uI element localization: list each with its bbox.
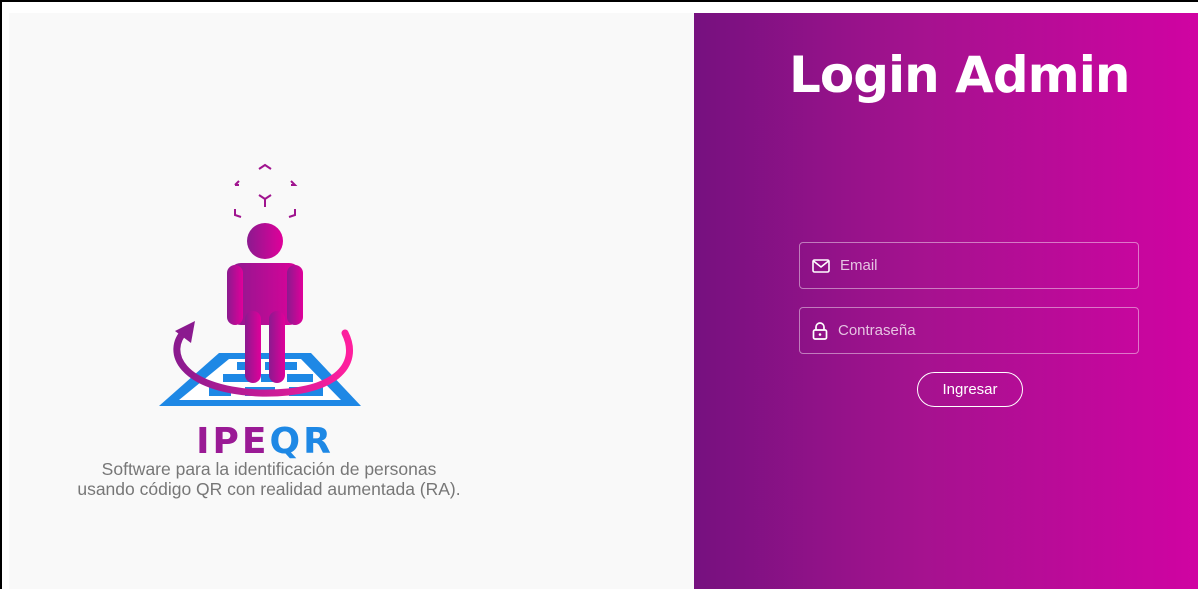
email-input[interactable] xyxy=(838,256,1122,275)
brand-panel: IPEQR Software para la identificación de… xyxy=(9,13,694,589)
login-title: Login Admin xyxy=(789,46,1130,104)
lock-icon xyxy=(812,321,828,340)
brand-wordmark: IPEQR xyxy=(196,421,334,461)
email-field[interactable] xyxy=(799,242,1139,289)
password-input[interactable] xyxy=(836,321,1120,340)
tagline-line-2: usando código QR con realidad aumentada … xyxy=(77,479,461,499)
ar-frame-icon xyxy=(234,163,298,218)
brand-tagline: Software para la identificación de perso… xyxy=(49,459,489,499)
login-panel: Login Admin Ingresar xyxy=(694,13,1198,589)
login-button[interactable]: Ingresar xyxy=(917,372,1023,407)
tagline-line-1: Software para la identificación de perso… xyxy=(101,459,437,479)
ipeqr-logo: IPEQR xyxy=(159,163,361,461)
mail-icon xyxy=(812,258,830,273)
password-field[interactable] xyxy=(799,307,1139,354)
